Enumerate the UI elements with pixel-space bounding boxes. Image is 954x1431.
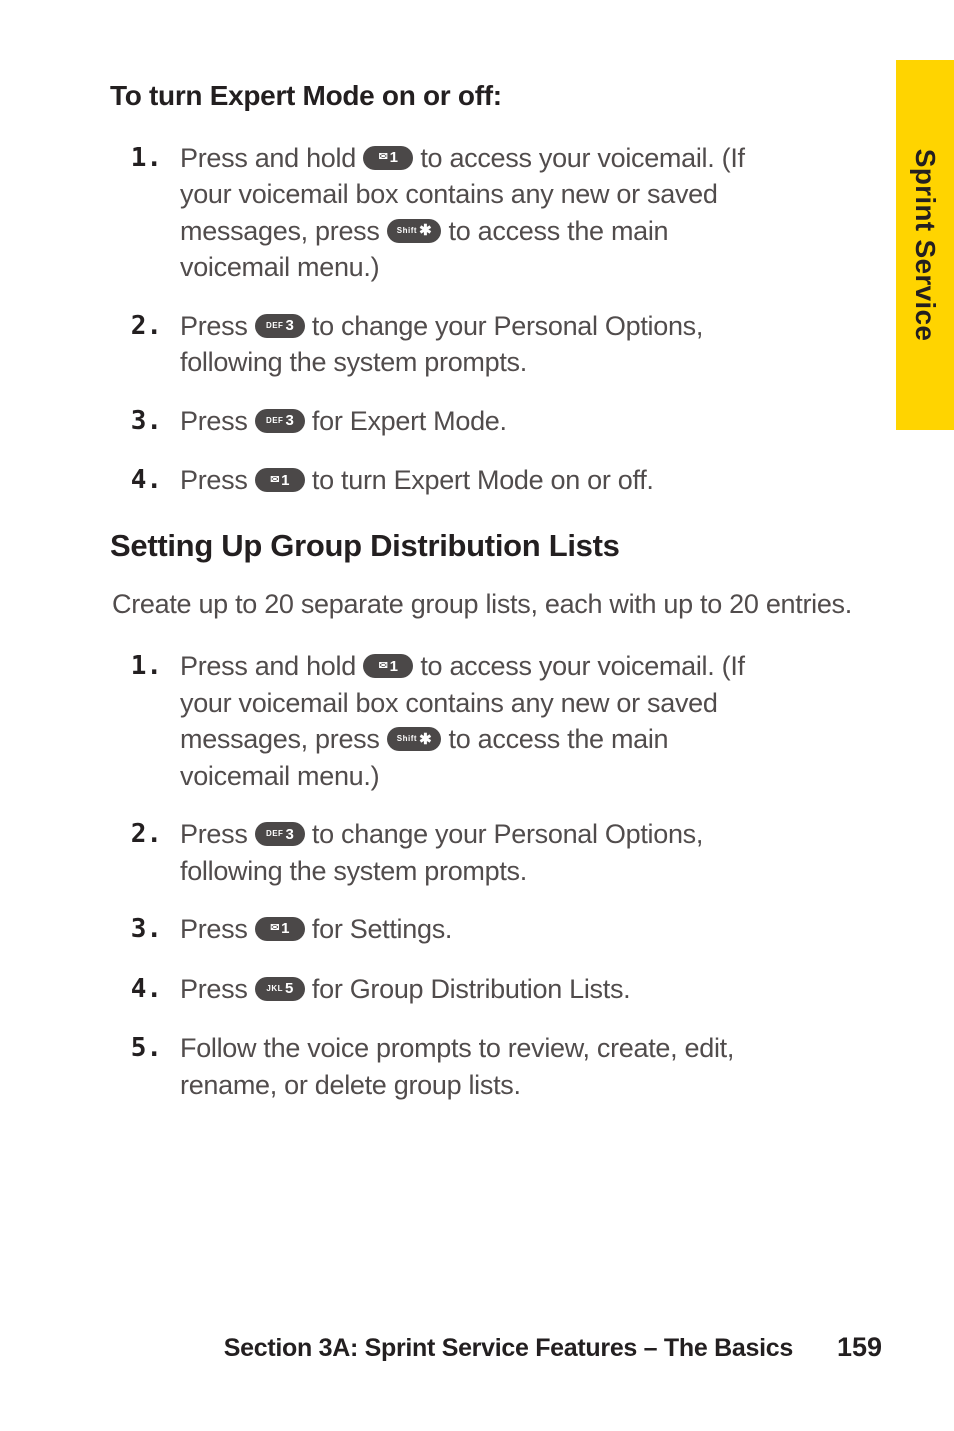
key-label: ✱ <box>419 223 431 238</box>
step-text: Press and hold <box>180 143 363 173</box>
key-tiny: DEF <box>266 322 284 330</box>
key-label: 3 <box>285 413 293 428</box>
key-label: 3 <box>285 318 293 333</box>
step-text: Press and hold <box>180 651 363 681</box>
page-footer: Section 3A: Sprint Service Features – Th… <box>0 1332 954 1363</box>
step-text: Press <box>180 914 255 944</box>
step-body: Press DEF3 to change your Personal Optio… <box>180 816 894 889</box>
step-number: 5. <box>110 1030 180 1068</box>
footer-section-title: Section 3A: Sprint Service Features – Th… <box>224 1334 793 1363</box>
step-text: Press <box>180 974 255 1004</box>
step-number: 1. <box>110 648 180 686</box>
key-label: 1 <box>390 150 398 165</box>
step-number: 2. <box>110 816 180 854</box>
key-tiny: Shift <box>397 227 417 235</box>
step-text: to turn Expert Mode on or off. <box>305 465 654 495</box>
group-lists-steps: 1. Press and hold ✉1 to access your voic… <box>110 648 894 1103</box>
step-number: 4. <box>110 462 180 500</box>
step-text: for Expert Mode. <box>305 406 507 436</box>
group-lists-heading: Setting Up Group Distribution Lists <box>110 528 894 564</box>
mail-icon: ✉ <box>379 661 388 672</box>
key-3-icon: DEF3 <box>255 314 305 338</box>
key-1-icon: ✉1 <box>255 917 305 941</box>
step-text: Press <box>180 819 255 849</box>
key-label: 1 <box>281 473 289 488</box>
step-number: 4. <box>110 971 180 1009</box>
step-body: Press JKL5 for Group Distribution Lists. <box>180 971 894 1007</box>
step-number: 3. <box>110 403 180 441</box>
step-body: Follow the voice prompts to review, crea… <box>180 1030 894 1103</box>
key-tiny: DEF <box>266 830 284 838</box>
expert-mode-heading: To turn Expert Mode on or off: <box>110 80 894 112</box>
key-tiny: JKL <box>266 985 283 993</box>
step-body: Press and hold ✉1 to access your voicema… <box>180 648 894 794</box>
side-tab: Sprint Service <box>896 60 954 430</box>
key-label: 1 <box>281 921 289 936</box>
page: Sprint Service To turn Expert Mode on or… <box>0 0 954 1431</box>
list-item: 2. Press DEF3 to change your Personal Op… <box>110 308 894 381</box>
list-item: 5. Follow the voice prompts to review, c… <box>110 1030 894 1103</box>
list-item: 1. Press and hold ✉1 to access your voic… <box>110 140 894 286</box>
key-tiny: DEF <box>266 417 284 425</box>
key-tiny: Shift <box>397 735 417 743</box>
step-text: Press <box>180 406 255 436</box>
step-number: 1. <box>110 140 180 178</box>
key-label: 3 <box>285 827 293 842</box>
step-body: Press ✉1 to turn Expert Mode on or off. <box>180 462 894 498</box>
key-3-icon: DEF3 <box>255 822 305 846</box>
mail-icon: ✉ <box>270 475 279 486</box>
list-item: 3. Press ✉1 for Settings. <box>110 911 894 949</box>
mail-icon: ✉ <box>270 923 279 934</box>
step-text: Press <box>180 465 255 495</box>
key-3-icon: DEF3 <box>255 409 305 433</box>
key-label: ✱ <box>419 732 431 747</box>
step-body: Press ✉1 for Settings. <box>180 911 894 947</box>
list-item: 3. Press DEF3 for Expert Mode. <box>110 403 894 441</box>
footer-page-number: 159 <box>837 1332 882 1363</box>
step-text: for Group Distribution Lists. <box>305 974 631 1004</box>
key-5-icon: JKL5 <box>255 977 305 1001</box>
key-1-icon: ✉1 <box>363 654 413 678</box>
step-body: Press DEF3 to change your Personal Optio… <box>180 308 894 381</box>
list-item: 1. Press and hold ✉1 to access your voic… <box>110 648 894 794</box>
step-number: 2. <box>110 308 180 346</box>
list-item: 4. Press JKL5 for Group Distribution Lis… <box>110 971 894 1009</box>
mail-icon: ✉ <box>379 152 388 163</box>
step-body: Press and hold ✉1 to access your voicema… <box>180 140 894 286</box>
step-number: 3. <box>110 911 180 949</box>
step-text: Press <box>180 311 255 341</box>
key-label: 1 <box>390 659 398 674</box>
key-star-icon: Shift✱ <box>387 219 442 243</box>
list-item: 2. Press DEF3 to change your Personal Op… <box>110 816 894 889</box>
key-1-icon: ✉1 <box>363 146 413 170</box>
list-item: 4. Press ✉1 to turn Expert Mode on or of… <box>110 462 894 500</box>
key-1-icon: ✉1 <box>255 468 305 492</box>
key-star-icon: Shift✱ <box>387 727 442 751</box>
group-lists-intro: Create up to 20 separate group lists, ea… <box>112 586 894 622</box>
key-label: 5 <box>285 981 293 996</box>
expert-mode-steps: 1. Press and hold ✉1 to access your voic… <box>110 140 894 500</box>
step-text: for Settings. <box>305 914 452 944</box>
step-body: Press DEF3 for Expert Mode. <box>180 403 894 439</box>
side-tab-label: Sprint Service <box>909 149 941 342</box>
